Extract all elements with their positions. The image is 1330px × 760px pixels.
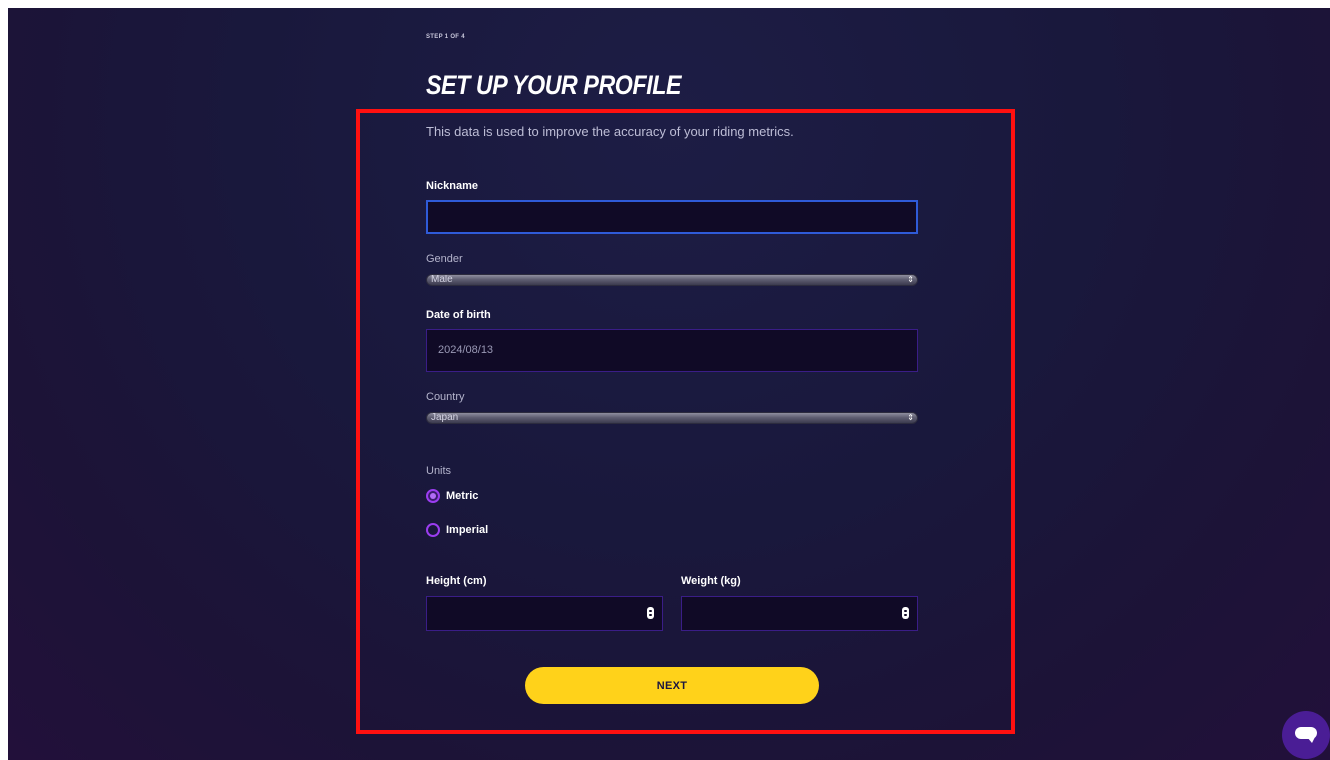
dob-label: Date of birth	[426, 309, 491, 321]
imperial-label: Imperial	[446, 524, 489, 536]
chat-button[interactable]	[1282, 711, 1330, 759]
dob-input[interactable]: 2024/08/13	[426, 329, 918, 372]
updown-arrows-icon: ⇕	[907, 413, 914, 422]
chat-bubble-icon	[1295, 727, 1317, 743]
height-label: Height (cm)	[426, 575, 487, 587]
gender-label: Gender	[426, 253, 463, 265]
intro-text: This data is used to improve the accurac…	[426, 124, 794, 139]
units-label: Units	[426, 465, 452, 477]
units-option-metric[interactable]: Metric	[426, 488, 478, 504]
country-select[interactable]: Japan ⇕	[426, 412, 918, 424]
country-label: Country	[426, 391, 465, 403]
updown-arrows-icon: ⇕	[907, 275, 914, 284]
radio-unchecked-icon[interactable]	[426, 523, 440, 537]
country-selected-value: Japan	[431, 412, 459, 423]
radio-checked-icon[interactable]	[426, 489, 440, 503]
gender-select[interactable]: Male ⇕	[426, 274, 918, 286]
weight-input[interactable]	[681, 596, 918, 631]
metric-label: Metric	[446, 490, 479, 502]
dob-value: 2024/08/13	[438, 344, 494, 356]
next-button[interactable]: NEXT	[525, 667, 819, 704]
nickname-label: Nickname	[426, 180, 478, 192]
height-input[interactable]	[426, 596, 663, 631]
weight-label: Weight (kg)	[681, 575, 741, 587]
spinner-icon[interactable]	[902, 607, 909, 619]
gender-selected-value: Male	[431, 274, 453, 285]
profile-form: This data is used to improve the accurac…	[426, 8, 918, 760]
page-background: STEP 1 OF 4 SET UP YOUR PROFILE This dat…	[8, 8, 1330, 760]
nickname-input[interactable]	[426, 200, 918, 234]
units-option-imperial[interactable]: Imperial	[426, 522, 488, 538]
spinner-icon[interactable]	[647, 607, 654, 619]
